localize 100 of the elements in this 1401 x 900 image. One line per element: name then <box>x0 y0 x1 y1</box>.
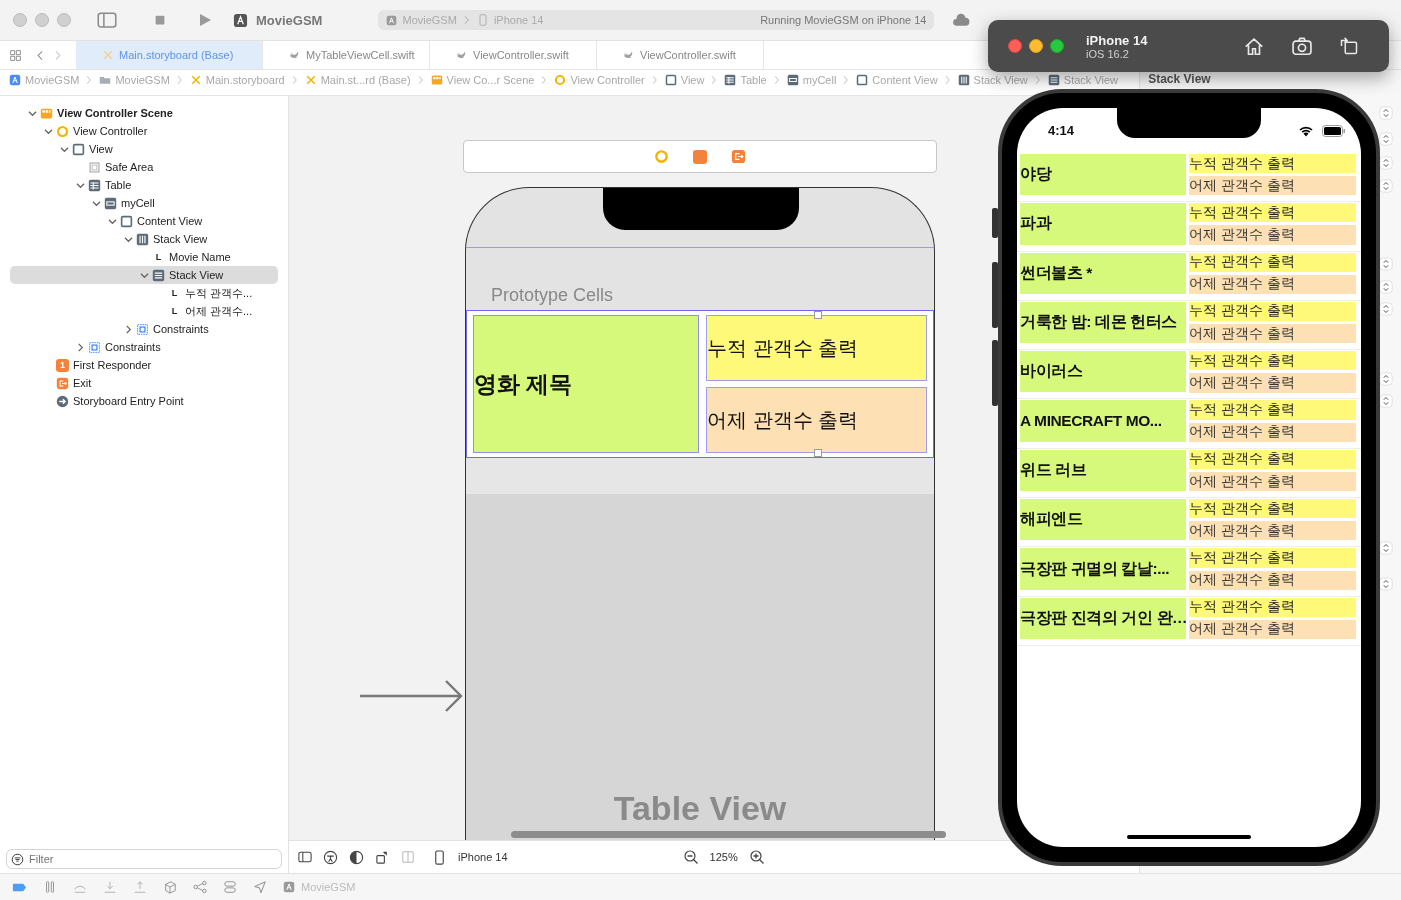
play-icon <box>197 12 213 28</box>
disclosure-chevron-icon[interactable] <box>75 180 85 190</box>
table-view-label: Table View <box>613 789 787 828</box>
selected-row[interactable]: Stack View <box>10 266 278 284</box>
constraints-icon <box>136 322 149 336</box>
editor-tab[interactable]: ViewController.swift <box>597 41 764 69</box>
disclosure-chevron-icon[interactable] <box>27 108 37 118</box>
device-label[interactable]: iPhone 14 <box>458 851 508 863</box>
app-icon <box>283 881 295 893</box>
step-out-icon <box>133 880 147 894</box>
total-label: 누적 관객수 출력 <box>1189 499 1356 519</box>
entry-point-arrow[interactable] <box>360 679 464 713</box>
disclosure-chevron-icon[interactable] <box>139 270 149 280</box>
location-icon <box>253 880 267 894</box>
clock: 4:14 <box>1048 123 1075 138</box>
total-label: 누적 관객수 출력 <box>1189 597 1356 617</box>
zoom-out-icon <box>682 849 699 865</box>
window-button[interactable] <box>1050 39 1064 53</box>
scrollbar[interactable] <box>511 831 946 838</box>
outline-item[interactable]: View Controller <box>73 125 148 137</box>
contrast-icon <box>349 849 364 865</box>
disclosure-chevron-icon[interactable] <box>43 126 53 136</box>
disclosure-chevron-icon[interactable] <box>59 144 69 154</box>
outline-item[interactable]: Safe Area <box>105 161 154 173</box>
yesterday-label: 어제 관객수 출력 <box>1189 422 1356 442</box>
bird-icon <box>289 49 301 61</box>
editor-tab[interactable]: ViewController.swift <box>430 41 597 69</box>
movie-title: 위드 러브 <box>1020 449 1186 492</box>
bird-icon <box>623 49 635 61</box>
outline-item[interactable]: Storyboard Entry Point <box>73 395 184 407</box>
filter-field[interactable]: Filter <box>6 849 282 869</box>
app-icon <box>233 12 248 28</box>
outline-item[interactable]: Exit <box>73 377 92 389</box>
sidebar-icon <box>97 10 117 30</box>
outline-item[interactable]: Movie Name <box>169 251 231 263</box>
rows-icon <box>152 268 165 282</box>
wifi-icon <box>1298 124 1314 137</box>
ring-icon <box>56 124 69 138</box>
resize-handle[interactable] <box>814 311 822 319</box>
movie-title: 거룩한 밤: 데몬 헌터스 <box>1020 301 1186 344</box>
total-label: 누적 관객수 출력 <box>1189 301 1356 322</box>
window-button[interactable] <box>1008 39 1022 53</box>
pause-icon <box>43 880 57 894</box>
label-icon: L <box>168 304 181 318</box>
outline-item[interactable]: myCell <box>121 197 155 209</box>
home-icon <box>1243 35 1265 57</box>
graph-icon <box>193 880 207 894</box>
phone-icon <box>432 849 447 865</box>
zoom-in-icon <box>748 849 765 865</box>
movie-title: 야당 <box>1020 154 1186 196</box>
editor-tab[interactable]: MyTableViewCell.swift <box>263 41 430 69</box>
target-label: MovieGSM <box>301 881 356 893</box>
outline-item[interactable]: Stack View <box>153 233 208 245</box>
side-button[interactable] <box>992 208 998 238</box>
outline-item[interactable]: 누적 관객수... <box>185 285 253 301</box>
rotate-icon <box>1339 36 1359 56</box>
yesterday-label: 어제 관객수 출력 <box>1189 619 1356 639</box>
outline-item[interactable]: Table <box>105 179 132 191</box>
toggle-icon <box>223 880 237 894</box>
label-icon: L <box>168 286 181 300</box>
constraints-icon <box>88 340 101 354</box>
window-button[interactable] <box>1029 39 1043 53</box>
stepper-icon <box>1379 106 1393 120</box>
outline-item[interactable]: First Responder <box>73 359 152 371</box>
yesterday-label: 어제 관객수 출력 <box>1189 570 1356 590</box>
table-icon <box>88 178 101 192</box>
outline-item[interactable]: 어제 관객수... <box>185 303 253 319</box>
resize-handle[interactable] <box>814 449 822 457</box>
total-label: 누적 관객수 출력 <box>1189 351 1356 371</box>
outline-item[interactable]: Constraints <box>105 341 161 353</box>
exit-icon <box>731 149 746 164</box>
columns-icon <box>136 232 149 246</box>
columns-icon <box>957 73 970 86</box>
simulator-device: iPhone 14 <box>1086 32 1148 48</box>
step-in-icon <box>103 880 117 894</box>
movie-title: 극장판 귀멸의 칼날:... <box>1020 548 1186 590</box>
outline-item[interactable]: Constraints <box>153 323 209 335</box>
cell-icon <box>786 73 799 86</box>
screenshot-icon <box>1291 35 1313 57</box>
disclosure-chevron-icon[interactable] <box>91 198 101 208</box>
total-label: 누적 관객수 출력 <box>1189 548 1356 568</box>
outline-item[interactable]: View Controller Scene <box>57 107 173 119</box>
disclosure-chevron-icon[interactable] <box>123 324 133 334</box>
rotate-icon <box>375 849 390 865</box>
disclosure-chevron-icon[interactable] <box>75 342 85 352</box>
simulator-os: iOS 16.2 <box>1086 47 1130 60</box>
square-outline-icon <box>72 142 85 156</box>
outline-item[interactable]: View <box>89 143 113 155</box>
yesterday-label: 어제 관객수 출력 <box>1189 176 1356 196</box>
disclosure-chevron-icon[interactable] <box>123 234 133 244</box>
table-icon <box>724 73 737 86</box>
disclosure-chevron-icon[interactable] <box>107 216 117 226</box>
zoom-level: 125% <box>709 851 738 863</box>
layers-icon <box>163 880 177 894</box>
app-icon <box>9 73 21 86</box>
total-label: 누적 관객수 출력 <box>1189 449 1356 469</box>
outline-item[interactable]: Stack View <box>169 269 224 281</box>
scene-icon <box>40 106 53 120</box>
scene-icon <box>430 73 443 86</box>
outline-item[interactable]: Content View <box>137 215 203 227</box>
